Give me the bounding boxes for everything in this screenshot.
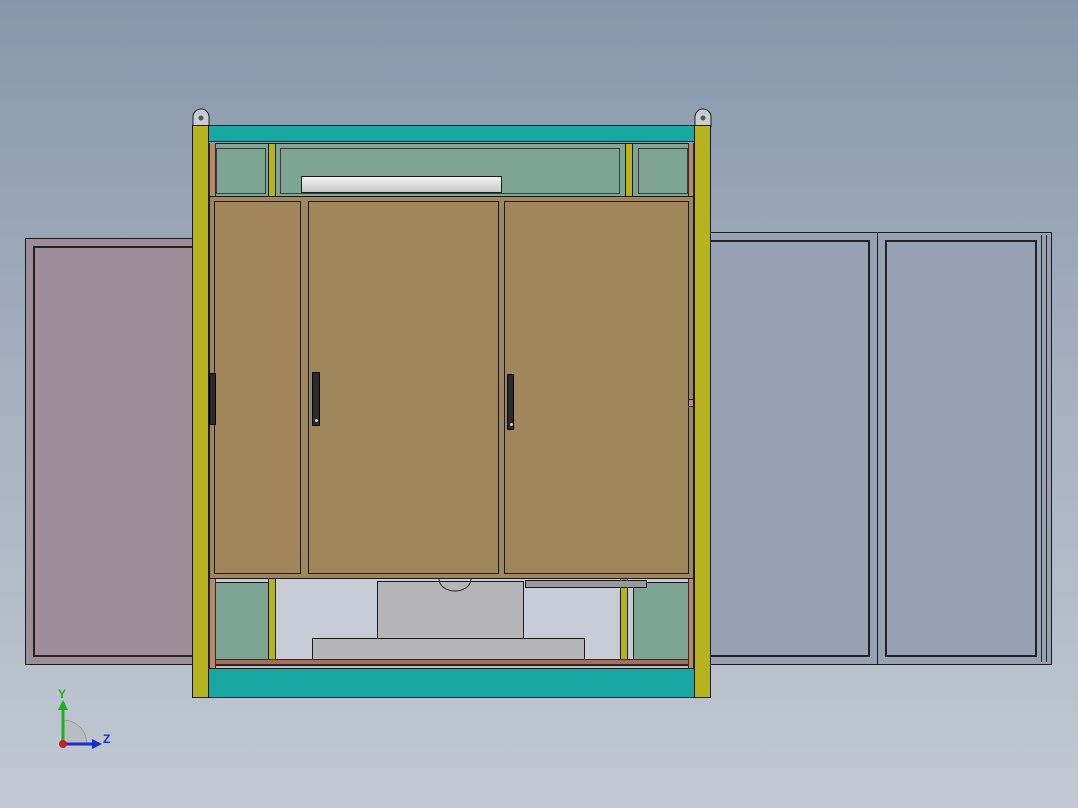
- top-window-inset-left: [216, 148, 266, 194]
- top-window-inset-right: [638, 148, 688, 194]
- door-handle-icon[interactable]: [507, 374, 514, 430]
- inner-post-bottom-left: [268, 578, 276, 666]
- floor-rail: [209, 659, 694, 665]
- inner-post-top-left: [268, 143, 276, 197]
- right-open-door-1[interactable]: [710, 232, 878, 665]
- right-door-2-edge: [1041, 235, 1047, 662]
- cabinet-body[interactable]: [190, 108, 713, 700]
- top-light-fixture: [301, 176, 502, 193]
- left-corner-post: [192, 125, 209, 698]
- left-door-inner-border: [33, 246, 194, 657]
- right-latch: [688, 399, 694, 407]
- equipment-base-plate: [312, 638, 585, 660]
- equipment-top-rail: [525, 580, 647, 588]
- right-open-door-2[interactable]: [877, 232, 1052, 665]
- triad-y-label: Y: [58, 687, 67, 701]
- inner-post-bottom-right: [620, 578, 628, 666]
- graphics-viewport[interactable]: Y Z: [0, 0, 1078, 808]
- door-handle-icon[interactable]: [312, 372, 320, 426]
- inner-post-top-right: [625, 143, 633, 197]
- right-door-2-inner-border: [885, 240, 1037, 657]
- triad-z-label: Z: [103, 732, 111, 746]
- panel-door-center[interactable]: [308, 201, 499, 574]
- view-orientation-triad[interactable]: Y Z: [50, 686, 120, 756]
- right-corner-post: [694, 125, 711, 698]
- handle-lock-dot: [510, 423, 513, 426]
- top-frame-beam: [205, 125, 698, 142]
- handle-lock-dot: [315, 419, 318, 422]
- panel-door-left[interactable]: [214, 201, 301, 574]
- bottom-window-right: [633, 582, 689, 662]
- left-open-door[interactable]: [25, 238, 195, 665]
- equipment-round-cap-icon: [438, 578, 472, 592]
- panel-door-right[interactable]: [504, 201, 689, 574]
- right-door-1-inner-border: [711, 240, 870, 657]
- bottom-window-left: [214, 582, 272, 662]
- bottom-frame-beam: [205, 668, 698, 698]
- door-handle-icon[interactable]: [209, 373, 216, 425]
